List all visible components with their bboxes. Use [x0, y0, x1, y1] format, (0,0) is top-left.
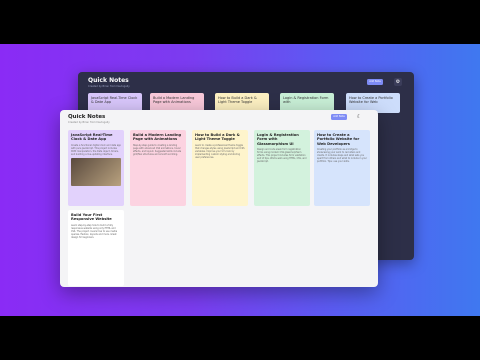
back-note-title: JavaScript Real-Time Clock & Date App — [91, 96, 138, 105]
note-body: Learn step-by-step how to build a fully … — [71, 223, 118, 239]
back-note-title: How to Create a Portfolio Website for We… — [349, 96, 393, 105]
note-card[interactable]: How to Create a Portfolio Website for We… — [314, 130, 370, 206]
note-title: Build Your First Responsive Website — [71, 213, 112, 222]
note-card[interactable]: JavaScript Real-Time Clock & Date App Cr… — [68, 130, 124, 206]
note-title: JavaScript Real-Time Clock & Date App — [71, 133, 113, 142]
front-app-title: Quick Notes — [68, 114, 106, 120]
letterbox-top — [0, 0, 480, 44]
note-card[interactable]: Build a Modern Landing Page with Animati… — [130, 130, 186, 206]
note-card[interactable]: Login & Registration Form with Glassmorp… — [254, 130, 310, 206]
back-add-note-button[interactable]: Add Note — [367, 79, 383, 85]
note-thumbnail-image — [71, 157, 121, 186]
back-note-title: Login & Registration Form with — [283, 96, 329, 105]
back-note-title: How to Build a Dark & Light Theme Toggle — [218, 96, 257, 105]
back-theme-toggle-icon[interactable]: ⚙ — [394, 78, 402, 86]
note-title: Build a Modern Landing Page with Animati… — [133, 133, 182, 142]
back-note-title: Build a Modern Landing Page with Animati… — [153, 96, 195, 105]
note-title: How to Create a Portfolio Website for We… — [317, 133, 360, 146]
note-body: Step-by-step guide to creating a landing… — [133, 143, 182, 156]
gradient-background: Quick Notes Created by Brian from Devlog… — [0, 44, 480, 316]
moon-icon[interactable]: ☾ — [356, 114, 362, 120]
front-app-subtitle: Created by Brian from Devlogelly — [68, 121, 110, 124]
note-body: Create a functional digital clock and da… — [71, 143, 121, 156]
note-title: How to Build a Dark & Light Theme Toggle — [195, 133, 240, 142]
note-title: Login & Registration Form with Glassmorp… — [257, 133, 299, 146]
front-app-window: Quick Notes Created by Brian from Devlog… — [60, 110, 378, 287]
back-app-title: Quick Notes — [88, 77, 129, 84]
note-card[interactable]: Build Your First Responsive Website Lear… — [68, 210, 124, 286]
letterbox-bottom — [0, 316, 480, 360]
note-card[interactable]: How to Build a Dark & Light Theme Toggle… — [192, 130, 248, 206]
note-body: Creating your portfolio as a bridge to s… — [317, 148, 367, 164]
note-body: Learn to create a professional theme tog… — [195, 143, 245, 159]
back-app-subtitle: Created by Brian from Devlogelly — [88, 85, 130, 88]
note-body: Design and code sleek form registration … — [257, 148, 307, 164]
front-add-note-button[interactable]: Add Note — [331, 114, 347, 120]
